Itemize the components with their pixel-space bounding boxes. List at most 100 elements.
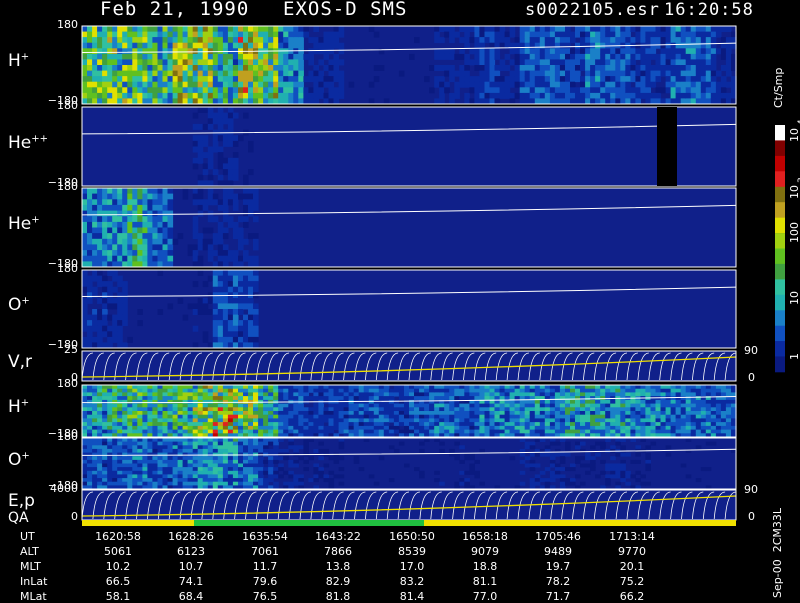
spectrogram-cell: [670, 396, 677, 401]
spectrogram-cell: [227, 255, 234, 262]
spectrogram-cell: [102, 297, 108, 304]
spectrogram-cell: [565, 411, 571, 416]
spectrogram-cell: [449, 411, 455, 416]
spectrogram-cell: [268, 414, 274, 419]
spectrogram-cell: [137, 470, 143, 475]
spectrogram-cell: [92, 478, 98, 483]
spectrogram-cell: [232, 385, 239, 390]
spectrogram-cell: [197, 188, 204, 194]
spectrogram-cell: [248, 193, 254, 200]
spectrogram-cell: [87, 414, 93, 419]
spectrogram-cell: [559, 65, 566, 71]
spectrogram-cell: [675, 418, 682, 423]
spectrogram-cell: [172, 396, 179, 401]
spectrogram-cell: [549, 429, 556, 434]
spectrogram-cell: [283, 470, 289, 475]
spectrogram-cell: [227, 70, 234, 77]
spectrogram-cell: [675, 37, 682, 44]
spectrogram-cell: [670, 418, 677, 423]
spectrogram-cell: [243, 275, 249, 282]
spectrogram-cell: [414, 422, 420, 427]
spectrogram-cell: [248, 325, 254, 332]
spectrogram-cell: [102, 37, 108, 44]
spectrogram-cell: [122, 48, 128, 55]
spectrogram-cell: [222, 418, 229, 423]
spectrogram-cell: [92, 320, 98, 327]
spectrogram-cell: [87, 407, 93, 412]
spectrogram-cell: [565, 441, 571, 446]
spectrogram-cell: [660, 399, 667, 404]
spectrogram-cell: [87, 425, 93, 430]
spectrogram-cell: [122, 233, 128, 240]
spectrogram-cell: [680, 407, 687, 412]
spectrogram-cell: [600, 48, 606, 55]
spectrogram-cell: [474, 392, 480, 397]
spectrogram-cell: [253, 59, 259, 66]
spectrogram-cell: [107, 422, 113, 427]
spectrogram-cell: [338, 422, 345, 427]
spectrogram-cell: [570, 407, 576, 412]
spectrogram-cell: [248, 418, 254, 423]
spectrogram-cell: [409, 396, 415, 401]
spectrogram-cell: [102, 233, 108, 240]
spectrogram-cell: [192, 425, 199, 430]
spectrogram-cell: [238, 281, 244, 288]
spectrogram-cell: [449, 385, 455, 390]
spectrogram-cell: [207, 76, 214, 83]
spectrogram-cell: [82, 250, 88, 257]
spectrogram-cell: [87, 388, 93, 393]
spectrogram-cell: [152, 233, 158, 240]
spectrogram-cell: [449, 448, 455, 453]
spectrogram-cell: [187, 37, 194, 44]
spectrogram-cell: [137, 456, 143, 461]
spectrogram-cell: [167, 227, 174, 234]
spectrogram-cell: [227, 297, 234, 304]
spectrogram-cell: [660, 87, 667, 94]
spectrogram-cell: [187, 396, 194, 401]
spectrogram-cell: [102, 429, 108, 434]
spectrogram-cell: [112, 87, 118, 94]
spectrogram-cell: [102, 76, 108, 83]
spectrogram-cell: [92, 210, 98, 217]
spectrogram-cell: [720, 65, 727, 71]
spectrogram-cell: [167, 65, 174, 71]
spectrogram-cell: [202, 140, 209, 147]
spectrogram-cell: [167, 53, 174, 60]
spectrogram-cell: [600, 418, 606, 423]
spectrogram-cell: [529, 399, 536, 404]
spectrogram-cell: [534, 26, 541, 32]
spectrogram-cell: [187, 26, 194, 32]
spectrogram-cell: [112, 81, 118, 88]
spectrogram-cell: [373, 407, 380, 412]
spectrogram-cell: [137, 481, 143, 486]
spectrogram-cell: [227, 193, 234, 200]
spectrogram-cell: [122, 399, 128, 404]
spectrogram-cell: [680, 399, 687, 404]
spectrogram-cell: [705, 414, 712, 419]
spectrogram-cell: [575, 407, 581, 412]
spectrogram-cell: [82, 210, 88, 217]
spectrogram-cell: [615, 414, 621, 419]
spectrogram-cell: [117, 292, 123, 299]
spectrogram-cell: [112, 76, 118, 83]
spectrogram-cell: [132, 26, 138, 32]
spectrogram-cell: [449, 76, 455, 83]
spectrogram-cell: [157, 396, 164, 401]
spectrogram-cell: [610, 463, 616, 468]
spectrogram-cell: [474, 385, 480, 390]
spectrogram-cell: [283, 422, 289, 427]
spectrogram-cell: [162, 255, 169, 262]
spectrogram-cell: [172, 445, 179, 450]
spectrogram-cell: [273, 418, 279, 423]
spectrogram-cell: [82, 463, 88, 468]
spectrogram-cell: [212, 463, 219, 468]
spectrogram-cell: [127, 392, 133, 397]
spectrogram-cell: [253, 255, 259, 262]
spectrogram-cell: [172, 92, 179, 99]
spectrogram-cell: [605, 48, 611, 55]
spectrogram-cell: [248, 87, 254, 94]
spectrogram-cell: [554, 399, 561, 404]
spectrogram-cell: [132, 244, 138, 251]
spectrogram-cell: [630, 422, 636, 427]
spectrogram-cell: [534, 48, 541, 55]
